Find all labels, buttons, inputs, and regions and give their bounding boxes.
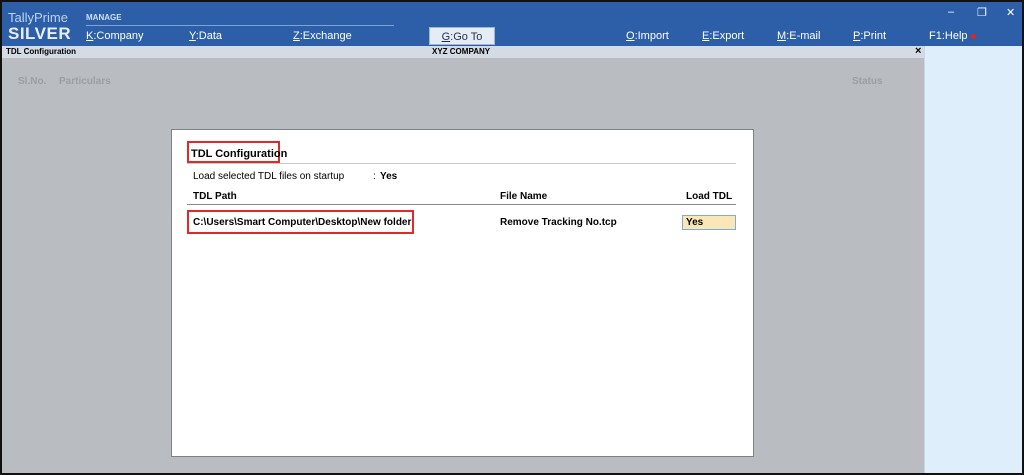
goto-label: :Go To xyxy=(450,31,483,43)
menu-import[interactable]: O:Import xyxy=(626,30,669,42)
company-name: XYZ COMPANY xyxy=(432,47,491,56)
menu-export[interactable]: E:Export xyxy=(702,30,744,42)
restore-icon[interactable]: ❐ xyxy=(977,6,987,19)
menu-email-key: M xyxy=(777,30,787,42)
menu-data-label: :Data xyxy=(195,30,223,42)
section-divider xyxy=(86,25,394,26)
bg-header-status: Status xyxy=(852,76,883,87)
menu-help-label: :Help xyxy=(941,30,968,42)
column-header-tdl-path: TDL Path xyxy=(193,191,237,202)
top-menu-bar: TallyPrime SILVER MANAGE K:Company Y:Dat… xyxy=(2,2,1022,46)
menu-import-label: :Import xyxy=(634,30,669,42)
menu-help[interactable]: F1:Help xyxy=(929,30,976,42)
header-divider xyxy=(187,204,736,205)
menu-data-key: Y xyxy=(189,30,196,42)
screen-name: TDL Configuration xyxy=(6,47,77,56)
window-close-icon[interactable]: ✕ xyxy=(1006,6,1015,19)
menu-import-key: O xyxy=(626,30,635,42)
bg-header-particulars: Particulars xyxy=(59,76,111,87)
brand-edition: SILVER xyxy=(8,24,72,43)
column-header-load-tdl: Load TDL xyxy=(686,191,733,202)
load-tdl-field[interactable]: Yes xyxy=(682,215,736,230)
manage-section-label: MANAGE xyxy=(86,13,122,22)
tdl-path-value[interactable]: C:\Users\Smart Computer\Desktop\New fold… xyxy=(193,217,411,228)
tdl-configuration-dialog: TDL Configuration Load selected TDL file… xyxy=(171,129,754,457)
screen-title-strip: TDL Configuration XYZ COMPANY × xyxy=(2,45,924,58)
menu-export-label: :Export xyxy=(709,30,745,42)
startup-option-value[interactable]: Yes xyxy=(380,171,397,182)
button-panel xyxy=(924,46,1022,473)
menu-email[interactable]: M:E-mail xyxy=(777,30,820,42)
tally-window: TallyPrime SILVER MANAGE K:Company Y:Dat… xyxy=(0,0,1024,475)
menu-company[interactable]: K:Company xyxy=(86,30,143,42)
menu-exchange-key: Z xyxy=(293,30,300,42)
dialog-title: TDL Configuration xyxy=(191,148,288,160)
menu-email-label: :E-mail xyxy=(786,30,821,42)
help-alert-dot-icon xyxy=(970,33,976,39)
brand-name: TallyPrime xyxy=(8,10,68,25)
menu-data[interactable]: Y:Data xyxy=(189,30,222,42)
goto-button[interactable]: G:Go To xyxy=(429,27,495,45)
startup-option-label: Load selected TDL files on startup xyxy=(193,171,345,182)
menu-print[interactable]: P:Print xyxy=(853,30,886,42)
menu-exchange-label: :Exchange xyxy=(299,30,352,42)
screen-close-icon[interactable]: × xyxy=(915,45,921,57)
menu-help-key: F1 xyxy=(929,30,942,42)
file-name-value: Remove Tracking No.tcp xyxy=(500,217,617,228)
menu-exchange[interactable]: Z:Exchange xyxy=(293,30,352,42)
title-divider xyxy=(187,163,736,164)
goto-key: G xyxy=(441,31,451,43)
startup-option-colon: : xyxy=(373,171,376,182)
minimize-icon[interactable]: – xyxy=(948,6,954,18)
bg-header-slno: Sl.No. xyxy=(18,76,47,87)
menu-company-label: :Company xyxy=(93,30,144,42)
column-header-file-name: File Name xyxy=(500,191,548,202)
menu-print-label: :Print xyxy=(860,30,887,42)
